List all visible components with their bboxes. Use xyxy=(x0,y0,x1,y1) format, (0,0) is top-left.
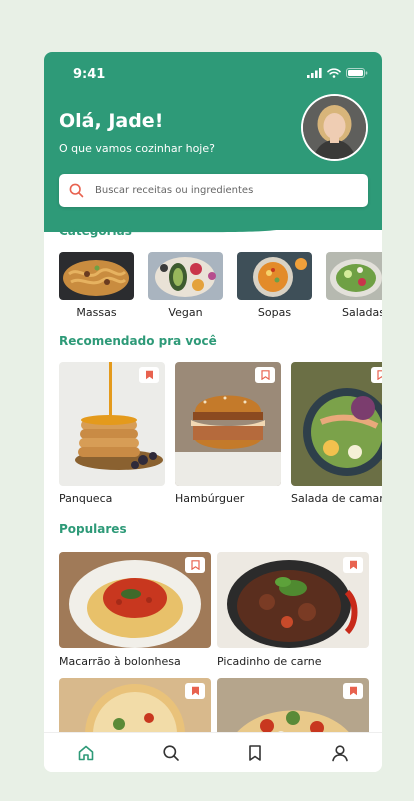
bookmark-icon xyxy=(190,560,200,570)
category-item-sopas[interactable]: Sopas xyxy=(237,252,312,322)
bookmark-icon xyxy=(376,370,382,380)
recommended-row: Panqueca Hambúrguer Salada de camar xyxy=(59,362,382,512)
home-icon xyxy=(78,745,94,760)
category-label: Saladas xyxy=(342,306,382,319)
category-image xyxy=(59,252,134,300)
search-icon xyxy=(68,183,84,199)
category-label: Vegan xyxy=(168,306,203,319)
category-image xyxy=(148,252,223,300)
bookmark-button[interactable] xyxy=(255,367,275,383)
recipe-label: Macarrão à bolonhesa xyxy=(59,655,181,668)
status-time: 9:41 xyxy=(73,67,106,82)
category-item-massas[interactable]: Massas xyxy=(59,252,134,322)
bookmark-icon xyxy=(349,686,357,696)
status-bar: 9:41 xyxy=(44,52,382,96)
greeting-title: Olá, Jade! xyxy=(59,110,164,132)
recipe-card-macarrao[interactable]: Macarrão à bolonhesa xyxy=(59,552,211,668)
category-item-vegan[interactable]: Vegan xyxy=(148,252,223,322)
bookmark-icon xyxy=(260,370,270,380)
recipe-image xyxy=(175,362,281,486)
recipe-card-hamburguer[interactable]: Hambúrguer xyxy=(175,362,281,512)
bookmark-icon xyxy=(191,686,199,696)
wifi-icon xyxy=(327,68,341,78)
recipe-card-salada-de-camarao[interactable]: Salada de camarão xyxy=(291,362,382,512)
profile-icon xyxy=(331,744,348,761)
bookmark-button[interactable] xyxy=(343,683,363,699)
recipe-card-picadinho[interactable]: Picadinho de carne xyxy=(217,552,369,668)
recipe-label: Panqueca xyxy=(59,492,113,505)
category-image xyxy=(237,252,312,300)
recommended-title: Recomendado pra você xyxy=(59,334,217,348)
greeting-subtitle: O que vamos cozinhar hoje? xyxy=(59,142,215,155)
category-label: Massas xyxy=(76,306,117,319)
bottom-nav xyxy=(44,732,382,772)
bookmark-button[interactable] xyxy=(185,683,205,699)
category-image xyxy=(326,252,382,300)
nav-search[interactable] xyxy=(151,733,191,773)
recipe-image xyxy=(59,362,165,486)
recipe-label: Hambúrguer xyxy=(175,492,245,505)
bookmark-icon xyxy=(145,370,153,380)
battery-icon xyxy=(346,68,368,78)
avatar-photo xyxy=(303,96,366,159)
avatar[interactable] xyxy=(301,94,368,161)
bookmark-icon xyxy=(249,744,262,761)
recipe-image xyxy=(217,552,369,648)
recipe-label: Picadinho de carne xyxy=(217,655,322,668)
bookmark-button[interactable] xyxy=(139,367,159,383)
recipe-card-panqueca[interactable]: Panqueca xyxy=(59,362,165,512)
phone-screen: 9:41 Olá, Jade! O que vamos cozinhar hoj… xyxy=(44,52,382,772)
popular-title: Populares xyxy=(59,522,127,536)
signal-icon xyxy=(307,68,322,78)
nav-bookmarks[interactable] xyxy=(235,733,275,773)
bookmark-icon xyxy=(349,560,357,570)
bookmark-button[interactable] xyxy=(371,367,382,383)
bookmark-button[interactable] xyxy=(185,557,205,573)
recipe-image xyxy=(59,552,211,648)
nav-profile[interactable] xyxy=(320,733,360,773)
category-item-saladas[interactable]: Saladas xyxy=(326,252,382,322)
category-label: Sopas xyxy=(257,306,292,319)
recipe-label: Salada de camarão xyxy=(291,492,382,505)
bookmark-button[interactable] xyxy=(343,557,363,573)
categories-row: Massas Vegan Sopas Saladas xyxy=(59,252,382,322)
search-bar[interactable] xyxy=(59,174,368,207)
recipe-image xyxy=(291,362,382,486)
nav-home[interactable] xyxy=(66,733,106,773)
categories-title: Categorias xyxy=(59,224,132,238)
search-input[interactable] xyxy=(95,185,345,196)
status-icons xyxy=(307,68,368,78)
search-icon xyxy=(163,744,179,761)
